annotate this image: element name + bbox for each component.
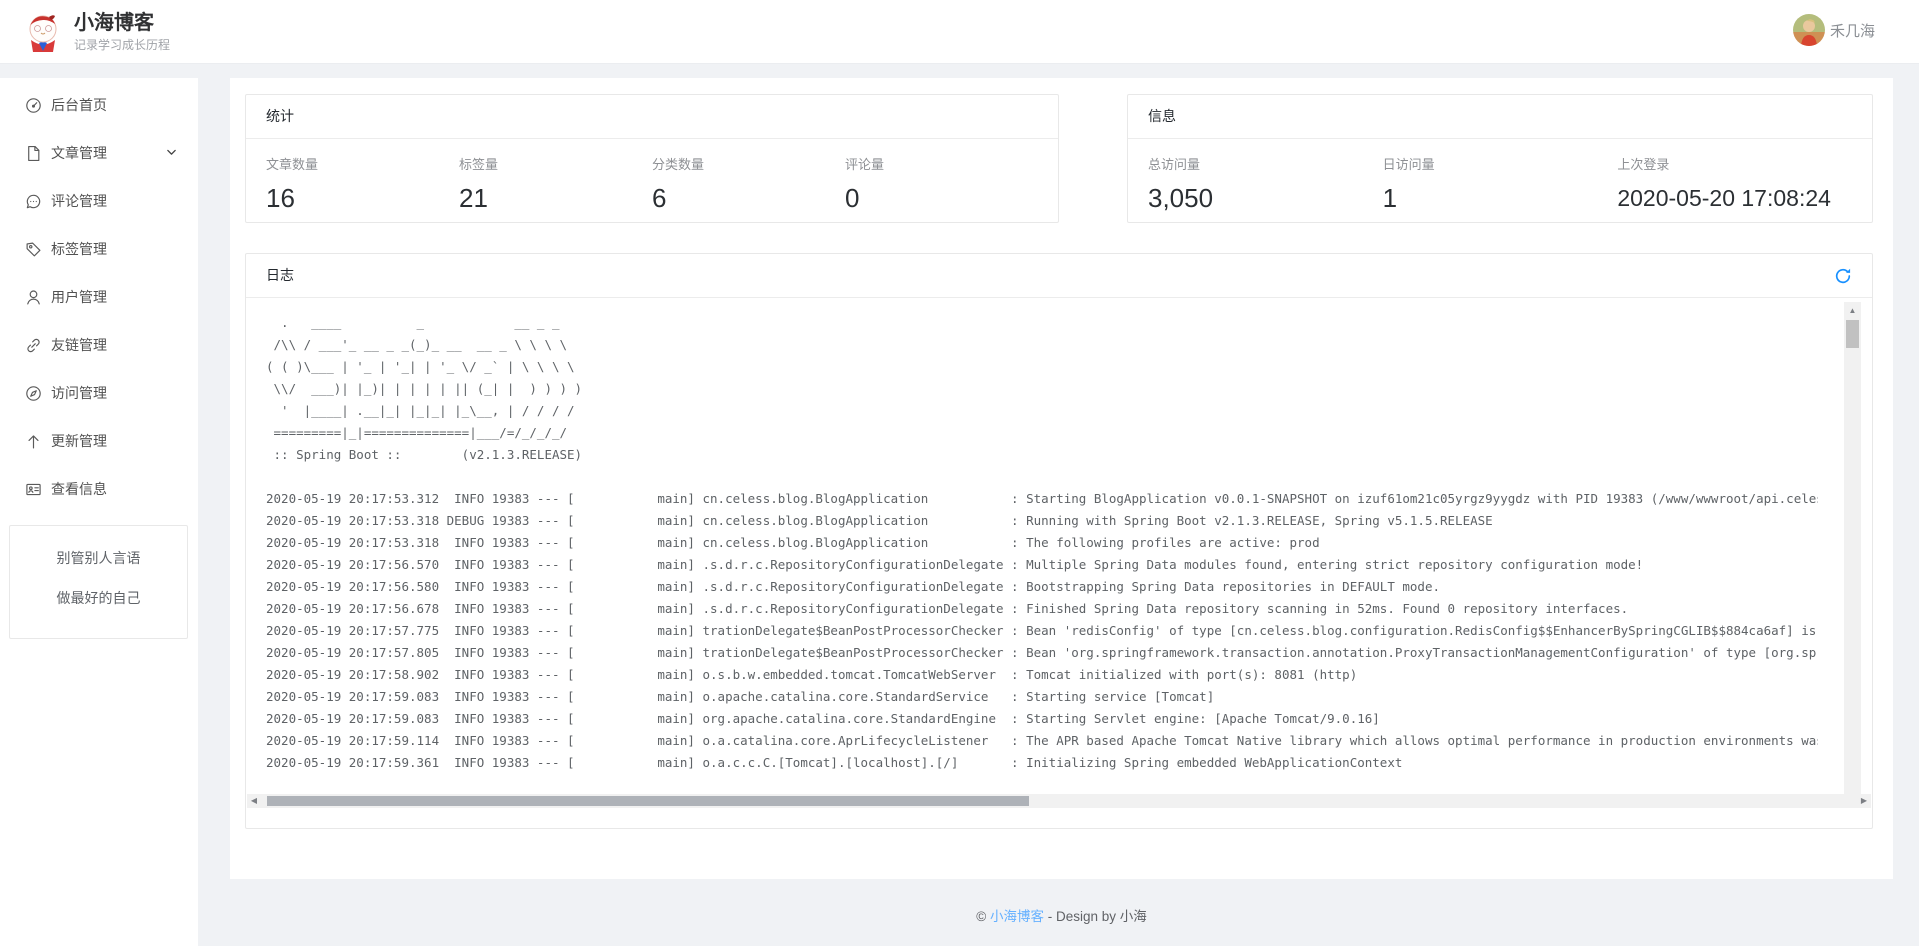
dashboard-icon [25,97,42,114]
site-subtitle: 记录学习成长历程 [74,36,170,53]
sidebar-item-label: 用户管理 [51,287,107,307]
main-content: 统计 文章数量 16标签量 21分类数量 6评论量 0 信息 总访问量 3,050日访问量… [230,78,1893,879]
sidebar-item-label: 查看信息 [51,479,107,499]
scroll-up-icon[interactable]: ▲ [1844,304,1861,318]
stats-card: 统计 文章数量 16标签量 21分类数量 6评论量 0 [245,94,1059,223]
scroll-left-icon[interactable]: ◀ [247,794,261,808]
motto-line: 做最好的自己 [10,578,187,618]
refresh-icon[interactable] [1834,267,1852,285]
horizontal-scrollbar[interactable]: ◀ ▶ [247,794,1871,808]
log-body: . ____ _ __ _ _ /\\ / ___'_ __ _ _(_)_ _… [246,299,1872,828]
compass-icon [25,385,42,402]
sidebar-item-label: 后台首页 [51,95,107,115]
log-card-header: 日志 [246,254,1872,298]
stat-value: 0 [845,182,1038,214]
sidebar-item-label: 标签管理 [51,239,107,259]
page: 小海博客 记录学习成长历程 禾几海 后台首页文章管理评论管理标签管理用户管理友链… [0,0,1919,946]
sidebar: 后台首页文章管理评论管理标签管理用户管理友链管理访问管理更新管理查看信息 别管别… [0,78,198,946]
info-card-body: 总访问量 3,050日访问量 1 上次登录 2020-05-20 17:08:24 [1128,139,1872,214]
stat-item: 标签量 21 [459,154,652,214]
chevron-down-icon [165,146,178,159]
log-output: . ____ _ __ _ _ /\\ / ___'_ __ _ _(_)_ _… [246,299,1818,777]
stat-label: 文章数量 [266,154,459,173]
sidebar-item-label: 更新管理 [51,431,107,451]
stat-value: 6 [652,182,845,214]
sidebar-item-label: 评论管理 [51,191,107,211]
scroll-right-icon[interactable]: ▶ [1857,794,1871,808]
log-card: 日志 . ____ _ __ _ _ /\\ / ___'_ __ _ _(_)… [245,253,1873,829]
motto-box: 别管别人言语 做最好的自己 [9,525,188,639]
stats-card-title: 统计 [266,95,294,138]
sidebar-item-users[interactable]: 用户管理 [0,273,198,321]
sidebar-item-updates[interactable]: 更新管理 [0,417,198,465]
user-icon [25,289,42,306]
stat-value: 1 [1383,182,1618,214]
stat-item: 评论量 0 [845,154,1038,214]
sidebar-item-label: 访问管理 [51,383,107,403]
vertical-scrollbar[interactable]: ▲ ▼ [1844,302,1861,807]
comment-icon [25,193,42,210]
stat-label: 日访问量 [1383,154,1618,173]
footer-designer: - Design by 小海 [1044,909,1147,924]
link-icon [25,337,42,354]
footer-site-link[interactable]: 小海博客 [990,909,1044,924]
info-card-header: 信息 [1128,95,1872,139]
stat-value: 21 [459,182,652,214]
sidebar-item-visits[interactable]: 访问管理 [0,369,198,417]
sidebar-item-links[interactable]: 友链管理 [0,321,198,369]
idcard-icon [25,481,42,498]
stat-value: 2020-05-20 17:08:24 [1617,182,1852,214]
stat-item: 总访问量 3,050 [1148,154,1383,214]
header: 小海博客 记录学习成长历程 禾几海 [0,0,1919,64]
stat-label: 评论量 [845,154,1038,173]
footer-copyright: © [976,909,990,924]
arrow-up-icon [25,433,42,450]
tag-icon [25,241,42,258]
stat-label: 分类数量 [652,154,845,173]
site-title: 小海博客 [74,12,170,34]
sidebar-item-info[interactable]: 查看信息 [0,465,198,513]
info-card: 信息 总访问量 3,050日访问量 1 上次登录 2020-05-20 17:08:24 [1127,94,1873,223]
logo[interactable]: 小海博客 记录学习成长历程 [22,11,170,53]
horizontal-scroll-thumb[interactable] [267,796,1029,806]
vertical-scroll-thumb[interactable] [1846,320,1859,348]
sidebar-item-label: 友链管理 [51,335,107,355]
stats-card-header: 统计 [246,95,1058,139]
logo-image-icon [22,11,64,53]
footer: © 小海博客 - Design by 小海 [230,905,1893,925]
info-card-title: 信息 [1148,95,1176,138]
log-card-title: 日志 [266,254,294,297]
stat-value: 3,050 [1148,182,1383,214]
logo-text: 小海博客 记录学习成长历程 [74,12,170,53]
sidebar-item-comments[interactable]: 评论管理 [0,177,198,225]
stat-item: 日访问量 1 [1383,154,1618,214]
sidebar-item-label: 文章管理 [51,143,107,163]
stat-label: 总访问量 [1148,154,1383,173]
stat-label: 标签量 [459,154,652,173]
sidebar-item-articles[interactable]: 文章管理 [0,129,198,177]
stats-card-body: 文章数量 16标签量 21分类数量 6评论量 0 [246,139,1058,214]
motto-line: 别管别人言语 [10,538,187,578]
stat-item: 分类数量 6 [652,154,845,214]
user-name: 禾几海 [1830,20,1875,41]
file-icon [25,145,42,162]
user-menu[interactable]: 禾几海 [1793,14,1875,46]
stat-item: 文章数量 16 [266,154,459,214]
avatar [1793,14,1825,46]
sidebar-item-tags[interactable]: 标签管理 [0,225,198,273]
stat-item: 上次登录 2020-05-20 17:08:24 [1617,154,1852,214]
sidebar-item-dashboard[interactable]: 后台首页 [0,81,198,129]
stat-label: 上次登录 [1617,154,1852,173]
sidebar-menu: 后台首页文章管理评论管理标签管理用户管理友链管理访问管理更新管理查看信息 [0,78,198,513]
stat-value: 16 [266,182,459,214]
